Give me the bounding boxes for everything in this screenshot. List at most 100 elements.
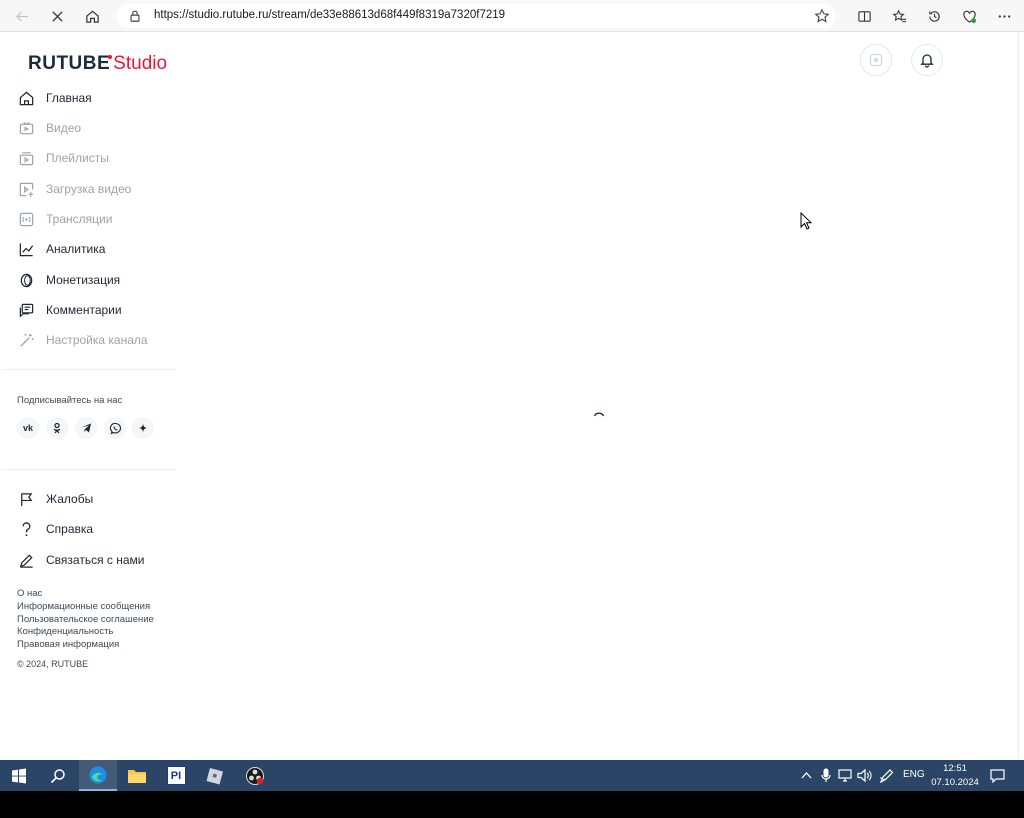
footer-link-about[interactable]: О нас — [17, 588, 42, 599]
back-button[interactable] — [10, 4, 34, 28]
sidebar-item-monetization[interactable]: Монетизация — [17, 268, 120, 292]
more-dots-icon — [998, 14, 1010, 18]
help-icon — [17, 520, 35, 538]
sidebar-item-label: Аналитика — [46, 242, 106, 256]
sidebar-item-label: Плейлисты — [46, 151, 109, 165]
chevron-up-icon[interactable] — [801, 771, 812, 779]
taskbar-app-pi[interactable]: PI — [157, 760, 195, 791]
viber-icon — [109, 422, 121, 435]
history-icon — [928, 10, 940, 22]
taskbar-clock[interactable]: 12:51 07.10.2024 — [930, 762, 980, 790]
sidebar-item-broadcasts[interactable]: Трансляции — [17, 207, 112, 231]
stop-loading-button[interactable] — [45, 4, 69, 28]
notifications-button[interactable] — [911, 44, 943, 76]
rutube-studio-logo[interactable]: RUTUBE Studio — [28, 51, 167, 75]
network-icon[interactable] — [838, 768, 852, 783]
sidebar-item-label: Жалобы — [46, 492, 94, 506]
sidebar-item-upload-video[interactable]: Загрузка видео — [17, 177, 131, 201]
upload-icon — [869, 53, 883, 67]
taskbar-edge[interactable] — [79, 760, 117, 791]
screen-bottom-border — [0, 791, 1024, 818]
favorites-icon — [891, 9, 906, 22]
browser-toolbar: https://studio.rutube.ru/stream/de33e886… — [0, 0, 1024, 32]
sidebar-item-comments[interactable]: Комментарии — [17, 298, 122, 322]
odnoklassniki-link[interactable] — [46, 417, 68, 439]
browser-essentials-button[interactable] — [957, 4, 981, 28]
search-icon — [50, 768, 65, 783]
notification-center-icon[interactable] — [990, 769, 1005, 783]
taskbar-app-obs[interactable] — [236, 760, 274, 791]
roblox-icon — [206, 767, 223, 784]
sidebar-item-label: Трансляции — [46, 212, 113, 226]
sidebar-item-home[interactable]: Главная — [17, 86, 92, 110]
taskbar-app-roblox[interactable] — [196, 760, 234, 791]
sidebar-item-playlists[interactable]: Плейлисты — [17, 146, 109, 170]
footer-link-legal[interactable]: Правовая информация — [17, 639, 119, 650]
clock-date: 07.10.2024 — [931, 777, 979, 788]
input-language[interactable]: ENG — [903, 769, 925, 780]
sidebar-divider — [2, 369, 176, 370]
plus-sparkle-icon — [138, 423, 148, 433]
telegram-link[interactable] — [75, 417, 97, 439]
sidebar-item-channel-settings[interactable]: Настройка канала — [17, 328, 148, 352]
vk-icon: vk — [22, 423, 33, 433]
scrollbar-track[interactable] — [1018, 33, 1024, 758]
sidebar-item-complaints[interactable]: Жалобы — [17, 487, 93, 511]
bell-icon — [920, 54, 934, 68]
flag-icon — [17, 490, 35, 508]
back-arrow-icon — [15, 10, 28, 22]
sidebar-item-analytics[interactable]: Аналитика — [17, 237, 105, 261]
sidebar-item-label: Справка — [46, 522, 94, 536]
video-icon — [17, 119, 35, 137]
sidebar-divider — [2, 469, 176, 470]
start-button[interactable] — [0, 760, 38, 791]
windows-taskbar: PI ENG 12:51 07.10.2024 — [0, 760, 1024, 791]
viber-link[interactable] — [104, 417, 126, 439]
logo-dot — [108, 55, 113, 59]
sidebar-item-video[interactable]: Видео — [17, 116, 81, 140]
loading-spinner-icon — [593, 412, 605, 417]
pi-app-icon: PI — [166, 766, 186, 785]
footer-link-info-messages[interactable]: Информационные сообщения — [17, 601, 150, 612]
home-icon — [85, 10, 99, 23]
sidebar-item-label: Загрузка видео — [46, 182, 132, 196]
mouse-cursor-icon — [800, 212, 812, 230]
favorites-button[interactable] — [887, 4, 911, 28]
social-title: Подписывайтесь на нас — [17, 395, 123, 406]
footer-link-privacy[interactable]: Конфиденциальность — [17, 626, 113, 637]
upload-button[interactable] — [860, 44, 892, 76]
clock-time: 12:51 — [943, 763, 967, 774]
monetization-icon — [17, 271, 35, 289]
sidebar-item-help[interactable]: Справка — [17, 517, 93, 541]
broadcast-icon — [17, 210, 35, 228]
playlist-icon — [17, 149, 35, 167]
footer-link-user-agreement[interactable]: Пользовательское соглашение — [17, 614, 154, 625]
history-button[interactable] — [922, 4, 946, 28]
home-button[interactable] — [80, 4, 104, 28]
copyright: © 2024, RUTUBE — [17, 659, 89, 669]
microphone-icon[interactable] — [821, 768, 831, 783]
sidebar-item-label: Настройка канала — [46, 333, 148, 347]
close-icon — [51, 10, 63, 22]
split-screen-button[interactable] — [852, 4, 876, 28]
settings-more-button[interactable] — [992, 4, 1016, 28]
telegram-icon — [81, 423, 91, 433]
sidebar-item-label: Комментарии — [46, 303, 122, 317]
obs-record-icon — [246, 766, 264, 785]
analytics-icon — [17, 240, 35, 258]
vk-link[interactable]: vk — [17, 417, 39, 439]
address-bar[interactable]: https://studio.rutube.ru/stream/de33e886… — [116, 4, 836, 28]
comments-icon — [17, 301, 35, 319]
odnoklassniki-icon — [53, 422, 61, 434]
sidebar-item-contact[interactable]: Связаться с нами — [17, 548, 144, 572]
screen: https://studio.rutube.ru/stream/de33e886… — [0, 0, 1024, 818]
heart-pulse-icon — [962, 10, 976, 23]
url-text: https://studio.rutube.ru/stream/de33e886… — [154, 9, 506, 21]
pen-workspace-icon[interactable] — [879, 768, 895, 783]
volume-icon[interactable] — [857, 768, 872, 783]
more-social-link[interactable] — [132, 417, 154, 439]
favorite-star-icon[interactable] — [814, 8, 830, 24]
pencil-icon — [17, 551, 35, 569]
search-button[interactable] — [39, 760, 77, 791]
taskbar-file-explorer[interactable] — [118, 760, 156, 791]
